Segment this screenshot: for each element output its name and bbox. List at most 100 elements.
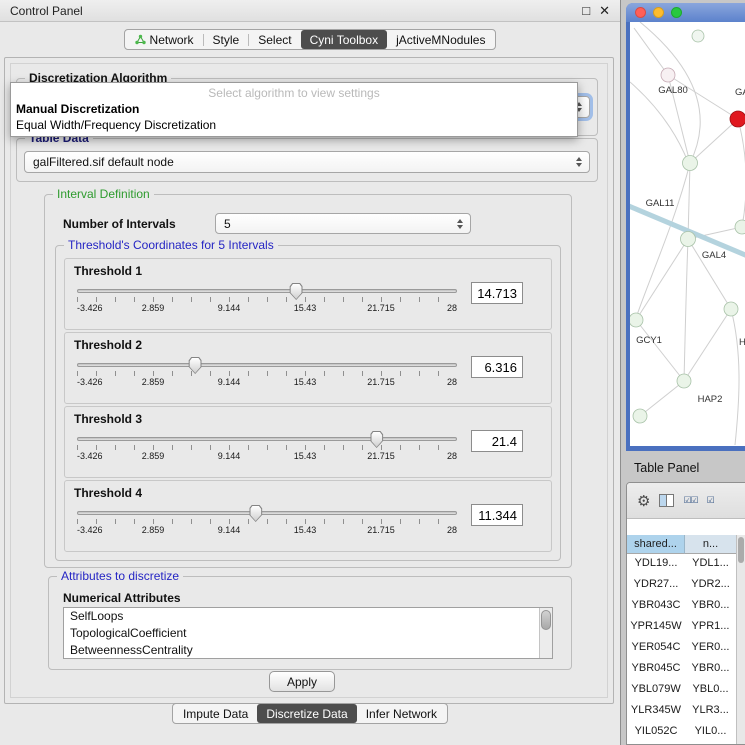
tab-infer-network[interactable]: Infer Network	[357, 704, 446, 723]
tab-label: Select	[258, 33, 291, 47]
bottom-tab-bar: Impute Data Discretize Data Infer Networ…	[0, 703, 620, 724]
tab-label: Discretize Data	[266, 707, 347, 721]
slider-track[interactable]	[77, 437, 457, 441]
node-label-clipped: H	[739, 337, 745, 348]
attributes-list-items: SelfLoopsTopologicalCoefficientBetweenne…	[64, 608, 539, 659]
apply-button[interactable]: Apply	[269, 671, 335, 692]
threshold-4-label: Threshold 4	[74, 486, 142, 500]
table-row[interactable]: YDR27...YDR2...	[627, 575, 736, 596]
group-title-thresholds: Threshold's Coordinates for 5 Intervals	[64, 238, 278, 252]
dropdown-option-manual-discretization[interactable]: Manual Discretization	[11, 101, 577, 117]
network-node-gal80[interactable]	[661, 68, 675, 82]
control-panel-titlebar: Control Panel □ ✕	[0, 0, 620, 22]
group-title-attributes: Attributes to discretize	[57, 569, 183, 583]
list-item[interactable]: SelfLoops	[64, 608, 539, 625]
threshold-3-panel: Threshold 3 -3.4262.8599.14415.4321.7152…	[64, 406, 552, 478]
threshold-3-slider[interactable]: -3.4262.8599.14415.4321.71528	[77, 430, 457, 462]
network-node[interactable]	[633, 409, 647, 423]
list-scrollbar[interactable]	[539, 608, 552, 658]
tab-network[interactable]: Network	[126, 30, 203, 49]
tab-cyni-toolbox[interactable]: Cyni Toolbox	[301, 30, 387, 49]
dropdown-prompt: Select algorithm to view settings	[11, 85, 577, 101]
table-row[interactable]: YLR345WYLR3...	[627, 701, 736, 722]
network-node[interactable]	[724, 302, 738, 316]
slider-thumb[interactable]	[189, 357, 202, 374]
top-tab-bar: Network Style Select Cyni Toolbox jActiv…	[0, 29, 620, 50]
tab-label: Infer Network	[366, 707, 437, 721]
slider-scale-labels: -3.4262.8599.14415.4321.71528	[77, 377, 457, 388]
column-header-shared-name[interactable]: shared...	[627, 535, 685, 554]
threshold-4-slider[interactable]: -3.4262.8599.14415.4321.71528	[77, 504, 457, 536]
slider-track[interactable]	[77, 511, 457, 515]
table-row[interactable]: YER054CYER0...	[627, 638, 736, 659]
tab-label: Style	[213, 33, 240, 47]
select-all-checkboxes-icon[interactable]: ☑☑	[683, 495, 697, 506]
threshold-2-slider[interactable]: -3.4262.8599.14415.4321.71528	[77, 356, 457, 388]
zoom-traffic-light[interactable]	[671, 7, 682, 18]
slider-thumb[interactable]	[370, 431, 383, 448]
tab-impute-data[interactable]: Impute Data	[174, 704, 257, 723]
tab-label: Cyni Toolbox	[310, 33, 378, 47]
slider-thumb[interactable]	[290, 283, 303, 300]
threshold-1-value-field[interactable]: 14.713	[471, 282, 523, 304]
close-window-button[interactable]: ✕	[599, 4, 610, 17]
table-row[interactable]: YBR045CYBR0...	[627, 659, 736, 680]
number-of-intervals-combobox[interactable]: 5	[215, 213, 471, 234]
node-label-gal80: GAL80	[658, 85, 688, 96]
numerical-attributes-list: SelfLoopsTopologicalCoefficientBetweenne…	[63, 607, 553, 659]
float-window-button[interactable]: □	[582, 4, 590, 17]
tab-label: jActiveMNodules	[396, 33, 485, 47]
slider-thumb[interactable]	[249, 505, 262, 522]
slider-track[interactable]	[77, 289, 457, 293]
table-row[interactable]: YPR145WYPR1...	[627, 617, 736, 638]
network-canvas[interactable]: GAL80 GAL11 GAL4 GCY1 HAP2 GA H	[630, 22, 745, 446]
table-scrollbar-thumb[interactable]	[738, 537, 744, 563]
tab-style[interactable]: Style	[204, 30, 249, 49]
slider-track[interactable]	[77, 363, 457, 367]
slider-scale-labels: -3.4262.8599.14415.4321.71528	[77, 303, 457, 314]
list-scrollbar-thumb[interactable]	[541, 610, 551, 630]
threshold-4-panel: Threshold 4 -3.4262.8599.14415.4321.7152…	[64, 480, 552, 552]
network-window-titlebar[interactable]	[626, 3, 745, 22]
close-traffic-light[interactable]	[635, 7, 646, 18]
network-node-highlighted[interactable]	[730, 111, 745, 127]
slider-ticks	[77, 445, 457, 450]
table-header-row: shared... n...	[627, 535, 736, 554]
control-panel-window: Control Panel □ ✕ Network	[0, 0, 620, 745]
network-node-hap2[interactable]	[677, 374, 691, 388]
dropdown-option-equal-width-frequency[interactable]: Equal Width/Frequency Discretization	[11, 117, 577, 133]
table-row[interactable]: YIL052CYIL0...	[627, 722, 736, 743]
network-icon	[135, 34, 146, 45]
table-row[interactable]: YBR043CYBR0...	[627, 596, 736, 617]
network-node[interactable]	[692, 30, 704, 42]
column-selector-icon[interactable]	[659, 494, 674, 507]
network-node-gcy1[interactable]	[630, 313, 643, 327]
interval-definition-group: Interval Definition Number of Intervals …	[44, 194, 572, 568]
threshold-3-label: Threshold 3	[74, 412, 142, 426]
tab-jactivemnodules[interactable]: jActiveMNodules	[387, 30, 494, 49]
list-item[interactable]: TopologicalCoefficient	[64, 625, 539, 642]
network-node-gal4[interactable]	[681, 232, 696, 247]
table-row[interactable]: YDL19...YDL1...	[627, 554, 736, 575]
node-label-hap2: HAP2	[698, 394, 723, 405]
checkbox-icon[interactable]: ☑	[707, 495, 714, 506]
network-node[interactable]	[735, 220, 745, 234]
gear-icon[interactable]: ⚙	[637, 492, 650, 510]
threshold-2-value-field[interactable]: 6.316	[471, 356, 523, 378]
minimize-traffic-light[interactable]	[653, 7, 664, 18]
column-header-name[interactable]: n...	[685, 535, 736, 554]
table-row[interactable]: YBL079WYBL0...	[627, 680, 736, 701]
threshold-3-value-field[interactable]: 21.4	[471, 430, 523, 452]
table-scrollbar[interactable]	[736, 535, 745, 744]
table-data-combobox-value: galFiltered.sif default node	[33, 155, 572, 169]
slider-scale-labels: -3.4262.8599.14415.4321.71528	[77, 525, 457, 536]
network-node-gal11[interactable]	[683, 156, 698, 171]
list-item[interactable]: BetweennessCentrality	[64, 642, 539, 659]
tab-discretize-data[interactable]: Discretize Data	[257, 704, 356, 723]
threshold-1-slider[interactable]: -3.4262.8599.14415.4321.71528	[77, 282, 457, 314]
tab-select[interactable]: Select	[249, 30, 300, 49]
algorithm-dropdown-popup: Select algorithm to view settings Manual…	[10, 82, 578, 137]
table-data-combobox[interactable]: galFiltered.sif default node	[24, 151, 590, 173]
threshold-4-value-field[interactable]: 11.344	[471, 504, 523, 526]
threshold-1-panel: Threshold 1 -3.4262.8599.14415.4321.7152…	[64, 258, 552, 330]
